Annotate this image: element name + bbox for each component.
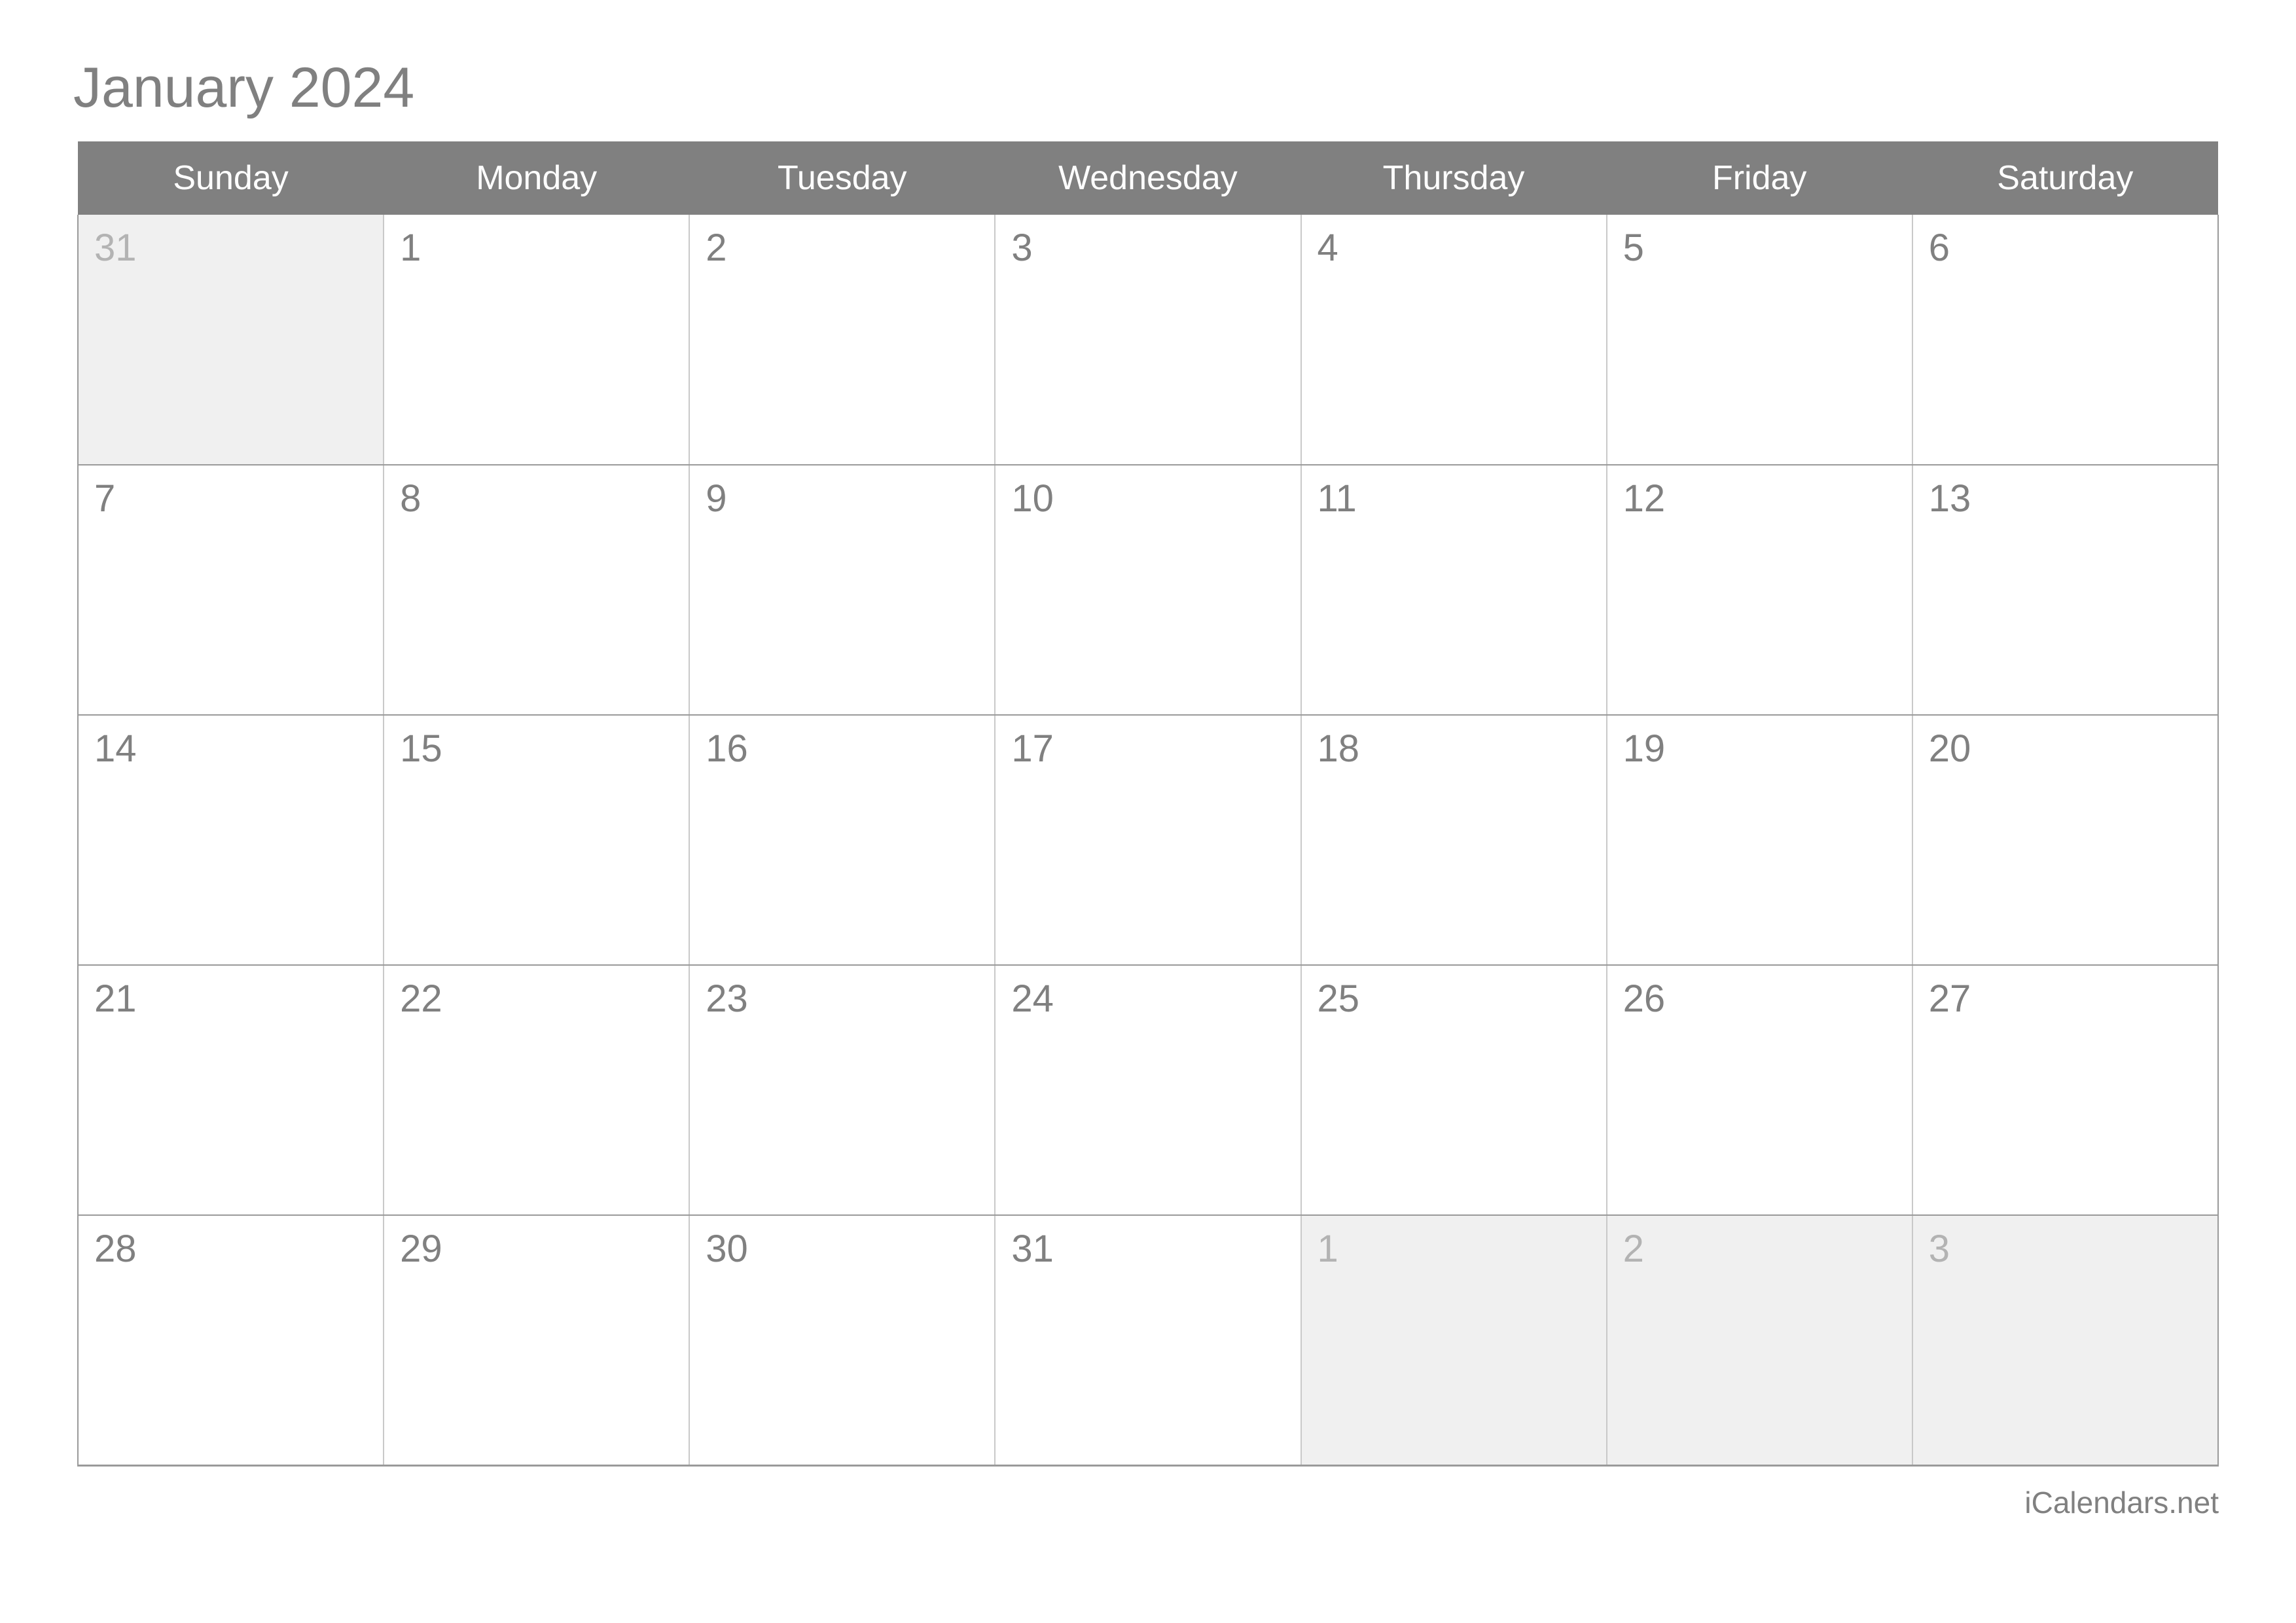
day-cell[interactable]: 27 [1912,965,2219,1216]
footer-brand: iCalendars.net [2024,1486,2219,1520]
day-number: 7 [94,477,116,520]
day-cell[interactable]: 1 [1300,1215,1607,1467]
day-cell[interactable]: 12 [1606,465,1913,716]
day-cell[interactable]: 2 [1606,1215,1913,1467]
day-number: 28 [94,1228,137,1270]
day-number: 17 [1011,727,1054,770]
day-cell[interactable]: 3 [995,215,1302,465]
weekday-header-tuesday: Tuesday [689,141,996,215]
weekday-header-sunday: Sunday [78,141,384,215]
day-cell[interactable]: 16 [689,715,996,966]
day-number: 31 [1011,1228,1054,1270]
day-cell[interactable]: 10 [995,465,1302,716]
day-number: 2 [706,227,727,269]
weekday-header-saturday: Saturday [1912,141,2218,215]
day-cell[interactable]: 9 [689,465,996,716]
day-cell[interactable]: 30 [689,1215,996,1467]
day-number: 25 [1317,977,1360,1020]
day-number: 1 [1317,1228,1338,1270]
day-cell[interactable]: 31 [995,1215,1302,1467]
calendar-week-row: 7 8 9 10 11 12 13 [77,465,2219,716]
day-number: 8 [400,477,422,520]
day-cell[interactable]: 21 [77,965,385,1216]
day-cell[interactable]: 23 [689,965,996,1216]
day-number: 12 [1623,477,1666,520]
day-number: 23 [706,977,748,1020]
day-cell[interactable]: 31 [77,215,385,465]
day-cell[interactable]: 6 [1912,215,2219,465]
day-cell[interactable]: 26 [1606,965,1913,1216]
day-cell[interactable]: 3 [1912,1215,2219,1467]
day-cell[interactable]: 8 [384,465,691,716]
day-cell[interactable]: 15 [384,715,691,966]
weekday-header-friday: Friday [1606,141,1912,215]
day-cell[interactable]: 18 [1300,715,1607,966]
day-number: 6 [1928,227,1950,269]
day-number: 10 [1011,477,1054,520]
calendar-week-row: 21 22 23 24 25 26 27 [77,965,2219,1216]
day-cell[interactable]: 5 [1606,215,1913,465]
day-number: 20 [1928,727,1971,770]
calendar-page: January 2024 Sunday Monday Tuesday Wedne… [0,0,2296,1623]
day-cell[interactable]: 25 [1300,965,1607,1216]
day-cell[interactable]: 13 [1912,465,2219,716]
day-number: 18 [1317,727,1360,770]
weekday-header-row: Sunday Monday Tuesday Wednesday Thursday… [78,141,2218,215]
day-number: 14 [94,727,137,770]
day-number: 1 [400,227,422,269]
day-number: 22 [400,977,442,1020]
page-title: January 2024 [73,56,415,119]
day-number: 3 [1011,227,1033,269]
day-number: 29 [400,1228,442,1270]
day-cell[interactable]: 17 [995,715,1302,966]
month-calendar-grid: Sunday Monday Tuesday Wednesday Thursday… [77,141,2219,1467]
weekday-header-thursday: Thursday [1300,141,1607,215]
day-number: 16 [706,727,748,770]
weekday-header-wednesday: Wednesday [995,141,1301,215]
day-cell[interactable]: 24 [995,965,1302,1216]
day-cell[interactable]: 28 [77,1215,385,1467]
calendar-week-row: 31 1 2 3 4 5 6 [77,215,2219,465]
day-cell[interactable]: 2 [689,215,996,465]
day-number: 21 [94,977,137,1020]
day-cell[interactable]: 4 [1300,215,1607,465]
day-number: 4 [1317,227,1338,269]
day-cell[interactable]: 22 [384,965,691,1216]
day-number: 5 [1623,227,1644,269]
day-number: 2 [1623,1228,1644,1270]
day-number: 3 [1928,1228,1950,1270]
day-cell[interactable]: 20 [1912,715,2219,966]
day-number: 31 [94,227,137,269]
weekday-header-monday: Monday [384,141,690,215]
day-number: 15 [400,727,442,770]
day-cell[interactable]: 19 [1606,715,1913,966]
day-cell[interactable]: 29 [384,1215,691,1467]
calendar-week-row: 28 29 30 31 1 2 3 [77,1215,2219,1467]
day-number: 24 [1011,977,1054,1020]
calendar-week-row: 14 15 16 17 18 19 20 [77,715,2219,966]
day-cell[interactable]: 1 [384,215,691,465]
day-number: 27 [1928,977,1971,1020]
day-number: 11 [1317,477,1357,520]
day-cell[interactable]: 11 [1300,465,1607,716]
day-number: 26 [1623,977,1666,1020]
calendar-weeks: 31 1 2 3 4 5 6 7 8 9 10 11 12 13 14 15 16 17 18 19 20 21 22 23 2… [77,215,2219,1467]
day-number: 9 [706,477,727,520]
day-cell[interactable]: 7 [77,465,385,716]
day-cell[interactable]: 14 [77,715,385,966]
day-number: 13 [1928,477,1971,520]
day-number: 19 [1623,727,1666,770]
day-number: 30 [706,1228,748,1270]
